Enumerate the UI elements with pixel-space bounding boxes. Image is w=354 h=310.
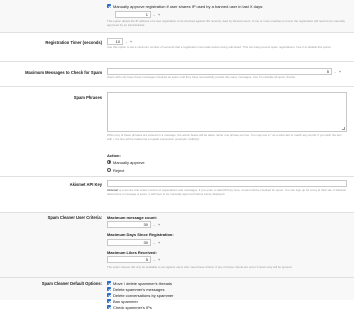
max-days-since-registration-input[interactable]: 30 <box>107 239 151 246</box>
banned-ip-explain: This option allows the IP address of a n… <box>107 19 345 27</box>
spam-phrases-explain: When any of these phrases are entered in… <box>107 133 342 141</box>
max-likes-received-label: Maximum Likes Received: <box>107 250 157 255</box>
max-likes-received-decrement-button[interactable]: - <box>152 256 156 263</box>
registration-timer-input[interactable]: 10 <box>107 38 123 45</box>
banned-ip-checkbox[interactable] <box>107 4 111 8</box>
spam-action-reject-label: Reject <box>113 168 125 173</box>
registration-timer-decrement-button[interactable]: - <box>124 38 128 45</box>
akismet-label: Akismet API Key <box>69 182 102 187</box>
default-option-delete-conversations-label: Delete conversations by spammer <box>113 293 174 298</box>
max-messages-input[interactable]: 5 <box>107 68 332 75</box>
max-messages-explain: Users with only have these messages chec… <box>107 75 296 79</box>
banned-ip-days-input[interactable]: 1 <box>115 11 151 18</box>
akismet-api-key-input[interactable] <box>107 180 347 187</box>
max-message-count-input[interactable]: 30 <box>107 221 151 228</box>
registration-timer-increment-button[interactable]: + <box>129 38 133 45</box>
max-days-since-registration-decrement-button[interactable]: - <box>152 239 156 246</box>
akismet-explain-text: is a service that scans content of regis… <box>107 188 347 196</box>
banned-ip-days-increment-button[interactable]: + <box>157 11 161 18</box>
spam-cleaner-criteria-label: Spam Cleaner User Criteria: <box>47 215 102 220</box>
spam-action-manually-approve-radio[interactable] <box>107 159 111 164</box>
max-messages-label: Maximum Messages to Check for Spam <box>25 70 102 75</box>
spam-phrases-textarea[interactable] <box>107 92 347 132</box>
default-option-move-delete-threads-checkbox[interactable] <box>107 281 111 285</box>
spam-cleaner-defaults-label: Spam Cleaner Default Options: <box>41 281 102 286</box>
registration-timer-label: Registration Timer (seconds) <box>45 40 102 45</box>
banned-ip-days-decrement-button[interactable]: - <box>152 11 156 18</box>
banned-ip-label: Manually approve registration if user sh… <box>113 3 264 9</box>
default-option-delete-messages-label: Delete spammer's messages <box>113 287 165 292</box>
spam-action-label: Action: <box>107 153 121 158</box>
max-likes-received-input[interactable]: 5 <box>107 256 151 263</box>
spam-action-manually-approve-label: Manually approve <box>113 159 145 165</box>
max-likes-received-increment-button[interactable]: + <box>157 256 161 263</box>
max-message-count-label: Maximum message count: <box>107 215 158 220</box>
akismet-explain: Akismet is a service that scans content … <box>107 188 347 196</box>
spam-cleaner-criteria-explain: The spam cleaner will only be available … <box>107 265 293 269</box>
spam-cleaner-section <box>0 213 354 300</box>
spam-action-reject-radio[interactable] <box>107 168 111 172</box>
resize-grip-icon[interactable] <box>342 127 346 131</box>
max-messages-decrement-button[interactable]: - <box>333 68 337 75</box>
max-messages-increment-button[interactable]: + <box>338 68 342 75</box>
registration-timer-explain: Use this option to set a minimum number … <box>107 45 332 49</box>
max-days-since-registration-label: Maximum Days Since Registration: <box>107 232 174 237</box>
default-option-check-ips-label: Check spammer's IPs <box>113 305 152 310</box>
spam-phrases-label: Spam Phrases <box>73 95 102 100</box>
default-option-move-delete-threads-label: Move / delete spammer's threads <box>113 281 173 286</box>
default-option-delete-conversations-checkbox[interactable] <box>107 293 111 297</box>
default-option-check-ips-checkbox[interactable] <box>107 305 111 309</box>
max-message-count-increment-button[interactable]: + <box>157 221 161 228</box>
default-option-delete-messages-checkbox[interactable] <box>107 287 111 291</box>
max-message-count-decrement-button[interactable]: - <box>152 221 156 228</box>
max-days-since-registration-increment-button[interactable]: + <box>157 239 161 246</box>
